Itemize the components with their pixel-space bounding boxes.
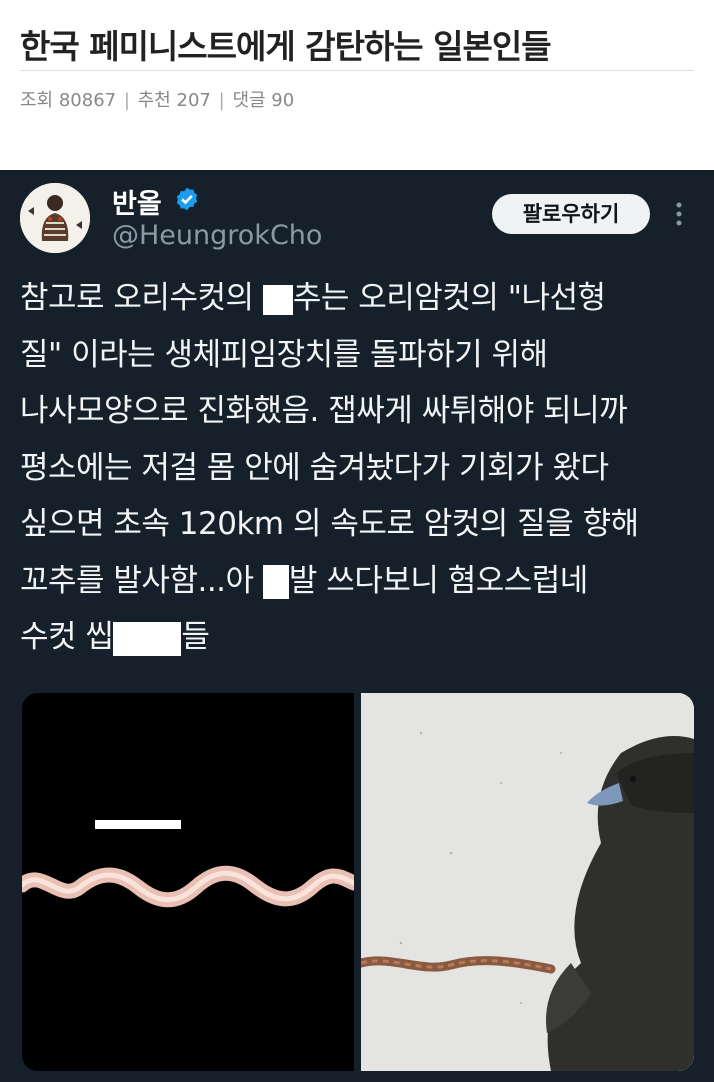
- tweet-line: 싶으면 초속 120km 의 속도로 암컷의 질을 향해: [20, 496, 700, 553]
- text-segment: 들: [181, 619, 210, 655]
- tweet-line: 수컷 씹 들: [20, 609, 700, 666]
- avatar[interactable]: [20, 183, 90, 253]
- tweet-text: 참고로 오리수컷의 추는 오리암컷의 "나선형 질" 이라는 생체피임장치를 돌…: [20, 270, 700, 666]
- text-segment: 참고로 오리수컷의: [20, 280, 263, 316]
- duck-image[interactable]: [361, 693, 694, 1071]
- tweet-line: 평소에는 저걸 몸 안에 숨겨놨다가 기회가 왔다: [20, 440, 700, 497]
- censor-block: [262, 284, 293, 315]
- censor-block: [262, 565, 289, 599]
- text-segment: 싶으면 초속 120km 의 속도로 암컷의 질을 향해: [20, 506, 639, 542]
- spiral-specimen-image[interactable]: [22, 693, 354, 1071]
- post-title: 한국 페미니스트에게 감탄하는 일본인들: [20, 27, 552, 66]
- title-divider: [20, 70, 694, 71]
- tweet-line: 참고로 오리수컷의 추는 오리암컷의 "나선형: [20, 270, 700, 327]
- more-options-icon[interactable]: [670, 196, 688, 232]
- comments-label: 댓글: [232, 90, 266, 111]
- censor-block: [113, 621, 182, 656]
- tweet-line: 나사모양으로 진화했음. 잽싸게 싸튀해야 되니까: [20, 383, 700, 440]
- views-count: 80867: [58, 90, 117, 111]
- views-label: 조회: [20, 90, 54, 111]
- text-segment: 추는 오리암컷의 "나선형: [292, 280, 606, 316]
- likes-label: 추천: [137, 90, 171, 111]
- meta-separator: |: [123, 90, 130, 111]
- text-segment: 수컷 씹: [20, 619, 114, 655]
- text-segment: 질" 이라는 생체피임장치를 돌파하기 위해: [20, 336, 548, 373]
- likes-count: 207: [176, 90, 211, 111]
- comments-count: 90: [271, 90, 295, 111]
- post-meta: 조회 80867 | 추천 207 | 댓글 90: [20, 86, 294, 112]
- tweet-screenshot: 반올 @HeungrokCho 팔로우하기 참고로 오리수컷의 추는 오리암컷의…: [0, 170, 714, 1082]
- handle[interactable]: @HeungrokCho: [112, 220, 322, 251]
- tweet-line: 질" 이라는 생체피임장치를 돌파하기 위해: [20, 327, 700, 384]
- display-name[interactable]: 반올: [112, 182, 162, 221]
- text-segment: 꼬추를 발사함...아: [20, 562, 263, 599]
- post-header: 한국 페미니스트에게 감탄하는 일본인들 조회 80867 | 추천 207 |…: [0, 0, 714, 170]
- text-segment: 나사모양으로 진화했음. 잽싸게 싸튀해야 되니까: [20, 393, 628, 429]
- text-segment: 발 쓰다보니 혐오스럽네: [288, 562, 588, 599]
- text-segment: 평소에는 저걸 몸 안에 숨겨놨다가 기회가 왔다: [20, 449, 609, 486]
- meta-separator: |: [218, 90, 225, 111]
- follow-button[interactable]: 팔로우하기: [492, 194, 650, 234]
- tweet-line: 꼬추를 발사함...아 발 쓰다보니 혐오스럽네: [20, 553, 700, 610]
- verified-badge-icon: [176, 187, 198, 211]
